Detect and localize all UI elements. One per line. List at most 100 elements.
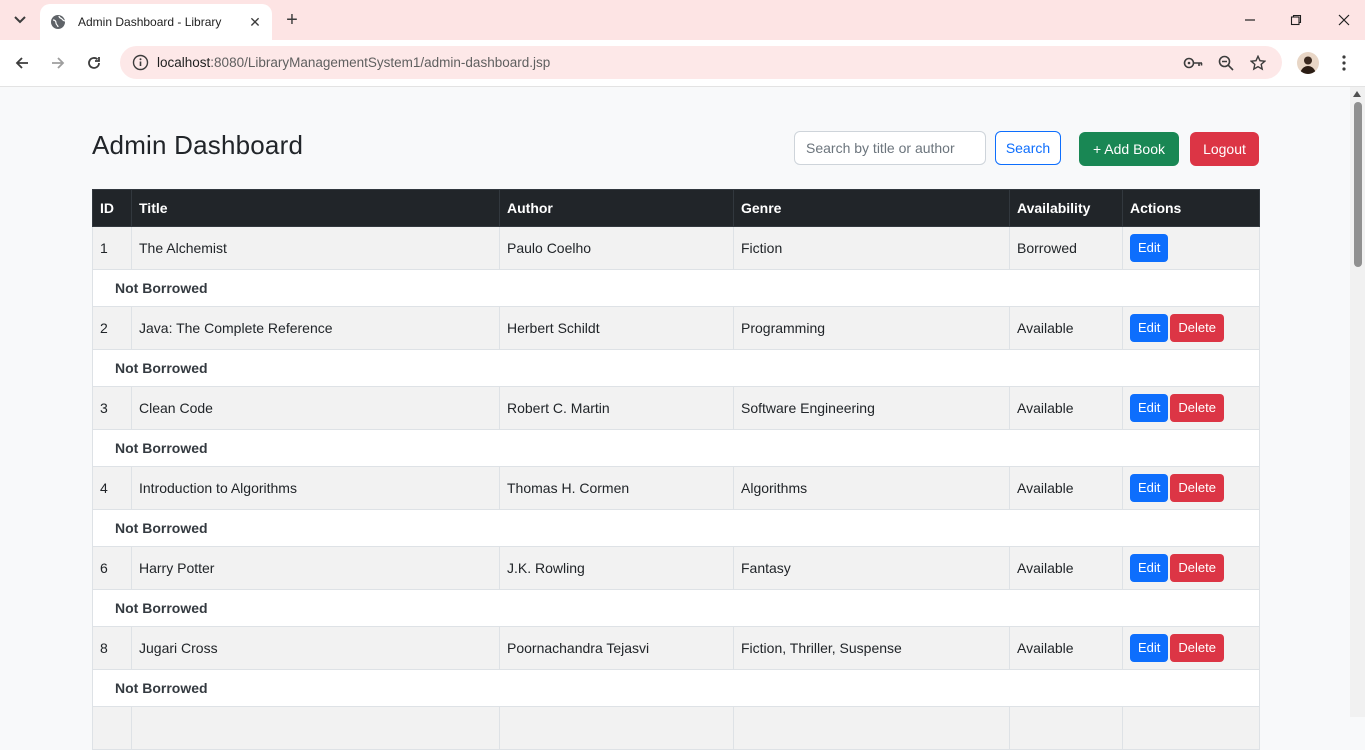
cell-title: Clean Code	[131, 386, 500, 430]
logout-button[interactable]: Logout	[1190, 132, 1259, 166]
close-window-icon[interactable]	[1332, 8, 1356, 32]
header-id: ID	[92, 189, 132, 227]
cell-actions: Edit Delete	[1122, 546, 1260, 590]
bookmark-star-icon[interactable]	[1248, 53, 1268, 73]
minimize-icon[interactable]	[1238, 8, 1262, 32]
add-book-button[interactable]: + Add Book	[1079, 132, 1179, 166]
cell-availability: Available	[1009, 386, 1123, 430]
browser-tab-strip: Admin Dashboard - Library ✕ +	[0, 0, 1365, 40]
reload-icon[interactable]	[80, 49, 108, 77]
scrollbar-thumb[interactable]	[1354, 102, 1362, 267]
cell-author: Thomas H. Cormen	[499, 466, 734, 510]
status-row: Not Borrowed	[92, 429, 1260, 467]
cell-author: Herbert Schildt	[499, 306, 734, 350]
address-bar[interactable]: localhost:8080/LibraryManagementSystem1/…	[120, 46, 1282, 79]
cell-id: 6	[92, 546, 132, 590]
cell-genre: Fantasy	[733, 546, 1010, 590]
delete-button[interactable]: Delete	[1170, 394, 1224, 422]
edit-button[interactable]: Edit	[1130, 474, 1169, 502]
cell-title: Java: The Complete Reference	[131, 306, 500, 350]
table-row: 2 Java: The Complete Reference Herbert S…	[92, 306, 1260, 350]
cell-actions: Edit Delete	[1122, 466, 1260, 510]
page-title: Admin Dashboard	[92, 130, 304, 160]
search-input[interactable]	[794, 131, 986, 165]
cell-actions: Edit Delete	[1122, 306, 1260, 350]
cell-author: Poornachandra Tejasvi	[499, 626, 734, 670]
cell-id: 3	[92, 386, 132, 430]
cell-author: Paulo Coelho	[499, 226, 734, 270]
forward-arrow-icon[interactable]	[44, 49, 72, 77]
borrow-status: Not Borrowed	[92, 269, 1260, 307]
header-actions: Actions	[1122, 189, 1260, 227]
cell-actions: Edit	[1122, 226, 1260, 270]
status-row: Not Borrowed	[92, 269, 1260, 307]
browser-toolbar: localhost:8080/LibraryManagementSystem1/…	[0, 40, 1365, 87]
scroll-up-arrow-icon[interactable]	[1353, 91, 1361, 97]
table-row: 4 Introduction to Algorithms Thomas H. C…	[92, 466, 1260, 510]
cell-genre: Software Engineering	[733, 386, 1010, 430]
tab-title: Admin Dashboard - Library	[78, 15, 222, 29]
cell-genre: Programming	[733, 306, 1010, 350]
cell-actions: Edit Delete	[1122, 386, 1260, 430]
cell-id: 2	[92, 306, 132, 350]
borrow-status: Not Borrowed	[92, 669, 1260, 707]
url-path: :8080/LibraryManagementSystem1/admin-das…	[210, 55, 551, 70]
more-menu-icon[interactable]	[1334, 52, 1354, 74]
status-row: Not Borrowed	[92, 509, 1260, 547]
table-header-row: ID Title Author Genre Availability Actio…	[92, 189, 1260, 227]
status-row: Not Borrowed	[92, 349, 1260, 387]
edit-button[interactable]: Edit	[1130, 634, 1169, 662]
header-author: Author	[499, 189, 734, 227]
search-button[interactable]: Search	[995, 131, 1061, 165]
table-row: 3 Clean Code Robert C. Martin Software E…	[92, 386, 1260, 430]
browser-tab[interactable]: Admin Dashboard - Library ✕	[40, 4, 272, 40]
tab-search-chevron-icon[interactable]	[6, 6, 34, 34]
cell-title: The Alchemist	[131, 226, 500, 270]
cell-availability: Available	[1009, 546, 1123, 590]
cell-availability: Available	[1009, 626, 1123, 670]
borrow-status: Not Borrowed	[92, 509, 1260, 547]
borrow-status: Not Borrowed	[92, 589, 1260, 627]
edit-button[interactable]: Edit	[1130, 234, 1169, 262]
delete-button[interactable]: Delete	[1170, 474, 1224, 502]
books-table: ID Title Author Genre Availability Actio…	[92, 189, 1260, 750]
cell-availability: Available	[1009, 306, 1123, 350]
cell-id: 8	[92, 626, 132, 670]
new-tab-icon[interactable]: +	[280, 8, 304, 32]
borrow-status: Not Borrowed	[92, 429, 1260, 467]
password-key-icon[interactable]	[1183, 53, 1203, 73]
table-row: 8 Jugari Cross Poornachandra Tejasvi Fic…	[92, 626, 1260, 670]
status-row: Not Borrowed	[92, 589, 1260, 627]
restore-icon[interactable]	[1284, 8, 1308, 32]
cell-id: 4	[92, 466, 132, 510]
edit-button[interactable]: Edit	[1130, 314, 1169, 342]
table-row: 6 Harry Potter J.K. Rowling Fantasy Avai…	[92, 546, 1260, 590]
header-title: Title	[131, 189, 500, 227]
cell-title: Harry Potter	[131, 546, 500, 590]
profile-avatar[interactable]	[1297, 52, 1319, 74]
status-row: Not Borrowed	[92, 669, 1260, 707]
cell-actions: Edit Delete	[1122, 626, 1260, 670]
delete-button[interactable]: Delete	[1170, 314, 1224, 342]
page-scrollbar[interactable]	[1350, 87, 1365, 717]
back-arrow-icon[interactable]	[8, 49, 36, 77]
cell-genre: Algorithms	[733, 466, 1010, 510]
close-tab-icon[interactable]: ✕	[246, 13, 264, 31]
table-row: 1 The Alchemist Paulo Coelho Fiction Bor…	[92, 226, 1260, 270]
header-availability: Availability	[1009, 189, 1123, 227]
cell-title: Introduction to Algorithms	[131, 466, 500, 510]
cell-availability: Borrowed	[1009, 226, 1123, 270]
delete-button[interactable]: Delete	[1170, 554, 1224, 582]
globe-icon	[50, 14, 66, 30]
delete-button[interactable]: Delete	[1170, 634, 1224, 662]
cell-availability: Available	[1009, 466, 1123, 510]
cell-author: Robert C. Martin	[499, 386, 734, 430]
header-genre: Genre	[733, 189, 1010, 227]
edit-button[interactable]: Edit	[1130, 554, 1169, 582]
edit-button[interactable]: Edit	[1130, 394, 1169, 422]
url-text: localhost:8080/LibraryManagementSystem1/…	[157, 55, 550, 70]
zoom-icon[interactable]	[1216, 53, 1236, 73]
site-info-icon[interactable]	[132, 54, 149, 71]
table-row	[92, 706, 1260, 750]
cell-id: 1	[92, 226, 132, 270]
